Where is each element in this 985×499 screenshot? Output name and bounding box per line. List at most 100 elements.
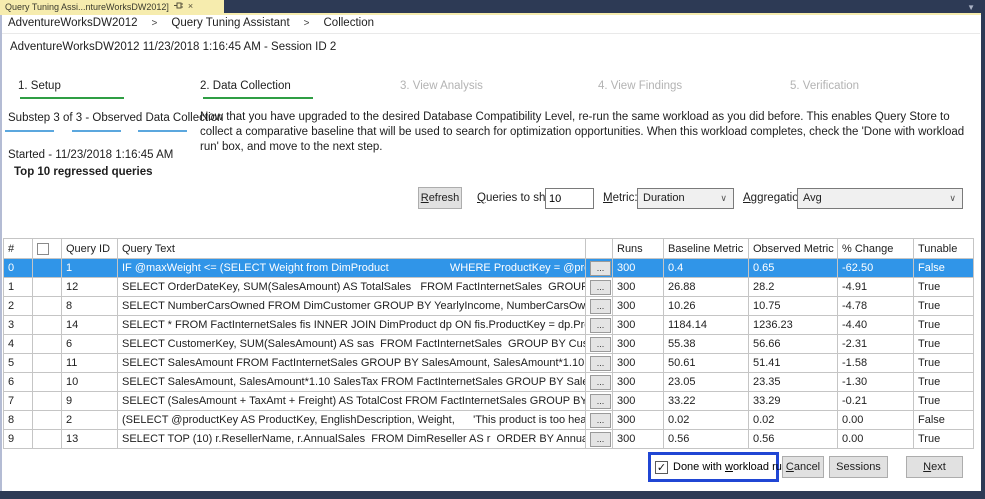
query-row[interactable]: 913SELECT TOP (10) r.ResellerName, r.Ann… — [4, 430, 974, 449]
query-text-cell: SELECT SalesAmount, SalesAmount*1.10 Sal… — [118, 373, 586, 392]
query-row[interactable]: 6 10SELECT SalesAmount, SalesAmount*1.10 … — [4, 373, 974, 392]
pin-icon[interactable] — [174, 1, 183, 12]
query-row[interactable]: 511SELECT SalesAmount FROM FactInternetS… — [4, 354, 974, 373]
query-id-cell: 10 — [62, 373, 118, 392]
queries-to-show-input[interactable] — [545, 188, 594, 209]
tunable-cell: False — [914, 411, 974, 430]
query-id-cell: 1 — [62, 259, 118, 278]
column-header-query-text[interactable]: Query Text — [118, 239, 586, 259]
row-checkbox-cell — [33, 373, 62, 392]
observed-metric-cell: 33.29 — [749, 392, 838, 411]
breadcrumb-assistant[interactable]: Query Tuning Assistant — [171, 17, 289, 29]
sessions-button[interactable]: Sessions — [829, 456, 888, 478]
aggregation-dropdown[interactable]: Avg∨ — [797, 188, 963, 209]
metric-dropdown[interactable]: Duration∨ — [637, 188, 734, 209]
query-details-button[interactable]: ... — [590, 413, 611, 428]
row-index: 6 — [4, 373, 33, 392]
runs-cell: 300 — [613, 430, 664, 449]
row-checkbox-cell — [33, 335, 62, 354]
query-row[interactable]: 46SELECT CustomerKey, SUM(SalesAmount) A… — [4, 335, 974, 354]
query-details-cell: ... — [586, 411, 613, 430]
tab-query-tuning-assistant[interactable]: Query Tuning Assi...ntureWorksDW2012] × — [0, 0, 224, 13]
step-data-collection: 2. Data Collection — [200, 80, 291, 92]
query-row[interactable]: 01IF @maxWeight <= (SELECT Weight from D… — [4, 259, 974, 278]
column-header-query-id[interactable]: Query ID — [62, 239, 118, 259]
column-header-index[interactable]: # — [4, 239, 33, 259]
row-checkbox-cell — [33, 392, 62, 411]
query-id-cell: 6 — [62, 335, 118, 354]
breadcrumb-collection[interactable]: Collection — [324, 17, 375, 29]
row-checkbox-cell — [33, 354, 62, 373]
column-header-baseline-metric[interactable]: Baseline Metric — [664, 239, 749, 259]
query-details-button[interactable]: ... — [590, 375, 611, 390]
pct-change-cell: -0.21 — [838, 392, 914, 411]
query-details-button[interactable]: ... — [590, 299, 611, 314]
query-text-cell: SELECT (SalesAmount + TaxAmt + Freight) … — [118, 392, 586, 411]
query-details-button[interactable]: ... — [590, 318, 611, 333]
pct-change-cell: -1.58 — [838, 354, 914, 373]
row-index: 9 — [4, 430, 33, 449]
baseline-metric-cell: 55.38 — [664, 335, 749, 354]
query-text-cell: SELECT OrderDateKey, SUM(SalesAmount) AS… — [118, 278, 586, 297]
row-checkbox-cell — [33, 259, 62, 278]
observed-metric-cell: 28.2 — [749, 278, 838, 297]
pct-change-cell: -62.50 — [838, 259, 914, 278]
cancel-button[interactable]: Cancel — [782, 456, 824, 478]
column-header-pct-change[interactable]: % Change — [838, 239, 914, 259]
done-with-workload-checkbox[interactable]: ✓ — [655, 461, 668, 474]
query-details-button[interactable]: ... — [590, 356, 611, 371]
close-icon[interactable]: × — [188, 2, 193, 11]
column-header-runs[interactable]: Runs — [613, 239, 664, 259]
breadcrumb-database[interactable]: AdventureWorksDW2012 — [8, 17, 138, 29]
query-text-cell: SELECT NumberCarsOwned FROM DimCustomer … — [118, 297, 586, 316]
runs-cell: 300 — [613, 354, 664, 373]
query-details-button[interactable]: ... — [590, 261, 611, 276]
query-row[interactable]: 82(SELECT @productKey AS ProductKey, Eng… — [4, 411, 974, 430]
query-text-cell: SELECT TOP (10) r.ResellerName, r.Annual… — [118, 430, 586, 449]
tunable-cell: False — [914, 259, 974, 278]
query-details-button[interactable]: ... — [590, 337, 611, 352]
query-details-button[interactable]: ... — [590, 432, 611, 447]
baseline-metric-cell: 0.56 — [664, 430, 749, 449]
refresh-button[interactable]: Refresh — [418, 187, 462, 209]
query-table-body: 01IF @maxWeight <= (SELECT Weight from D… — [4, 259, 974, 449]
query-row[interactable]: 112SELECT OrderDateKey, SUM(SalesAmount)… — [4, 278, 974, 297]
column-header-observed-metric[interactable]: Observed Metric — [749, 239, 838, 259]
pct-change-cell: 0.00 — [838, 430, 914, 449]
baseline-metric-cell: 50.61 — [664, 354, 749, 373]
query-details-cell: ... — [586, 335, 613, 354]
row-index: 5 — [4, 354, 33, 373]
runs-cell: 300 — [613, 297, 664, 316]
regressed-queries-table: # Query IDQuery Text RunsBaseline MetricOb… — [3, 238, 974, 449]
query-row[interactable]: 79SELECT (SalesAmount + TaxAmt + Freight… — [4, 392, 974, 411]
metric-label: Metric: — [603, 187, 638, 209]
observed-metric-cell: 51.41 — [749, 354, 838, 373]
tunable-cell: True — [914, 373, 974, 392]
select-all-checkbox-cell[interactable] — [33, 239, 62, 259]
query-row[interactable]: 28SELECT NumberCarsOwned FROM DimCustome… — [4, 297, 974, 316]
query-details-button[interactable]: ... — [590, 394, 611, 409]
query-details-button[interactable]: ... — [590, 280, 611, 295]
pct-change-cell: -4.78 — [838, 297, 914, 316]
chevron-down-icon[interactable]: ▼ — [967, 3, 975, 12]
step-view-analysis: 3. View Analysis — [400, 80, 483, 92]
observed-metric-cell: 0.56 — [749, 430, 838, 449]
row-index: 1 — [4, 278, 33, 297]
query-row[interactable]: 314SELECT * FROM FactInternetSales fis I… — [4, 316, 974, 335]
next-button[interactable]: Next — [906, 456, 963, 478]
row-index: 3 — [4, 316, 33, 335]
runs-cell: 300 — [613, 373, 664, 392]
select-all-checkbox[interactable] — [37, 243, 49, 255]
document-tab-bar: Query Tuning Assi...ntureWorksDW2012] × … — [0, 0, 985, 13]
window-border-bottom — [0, 491, 985, 499]
observed-metric-cell: 0.65 — [749, 259, 838, 278]
query-id-cell: 2 — [62, 411, 118, 430]
query-details-cell: ... — [586, 316, 613, 335]
column-header-details[interactable] — [586, 239, 613, 259]
tunable-cell: True — [914, 392, 974, 411]
column-header-tunable[interactable]: Tunable — [914, 239, 974, 259]
tunable-cell: True — [914, 316, 974, 335]
row-index: 0 — [4, 259, 33, 278]
row-checkbox-cell — [33, 316, 62, 335]
baseline-metric-cell: 1184.14 — [664, 316, 749, 335]
